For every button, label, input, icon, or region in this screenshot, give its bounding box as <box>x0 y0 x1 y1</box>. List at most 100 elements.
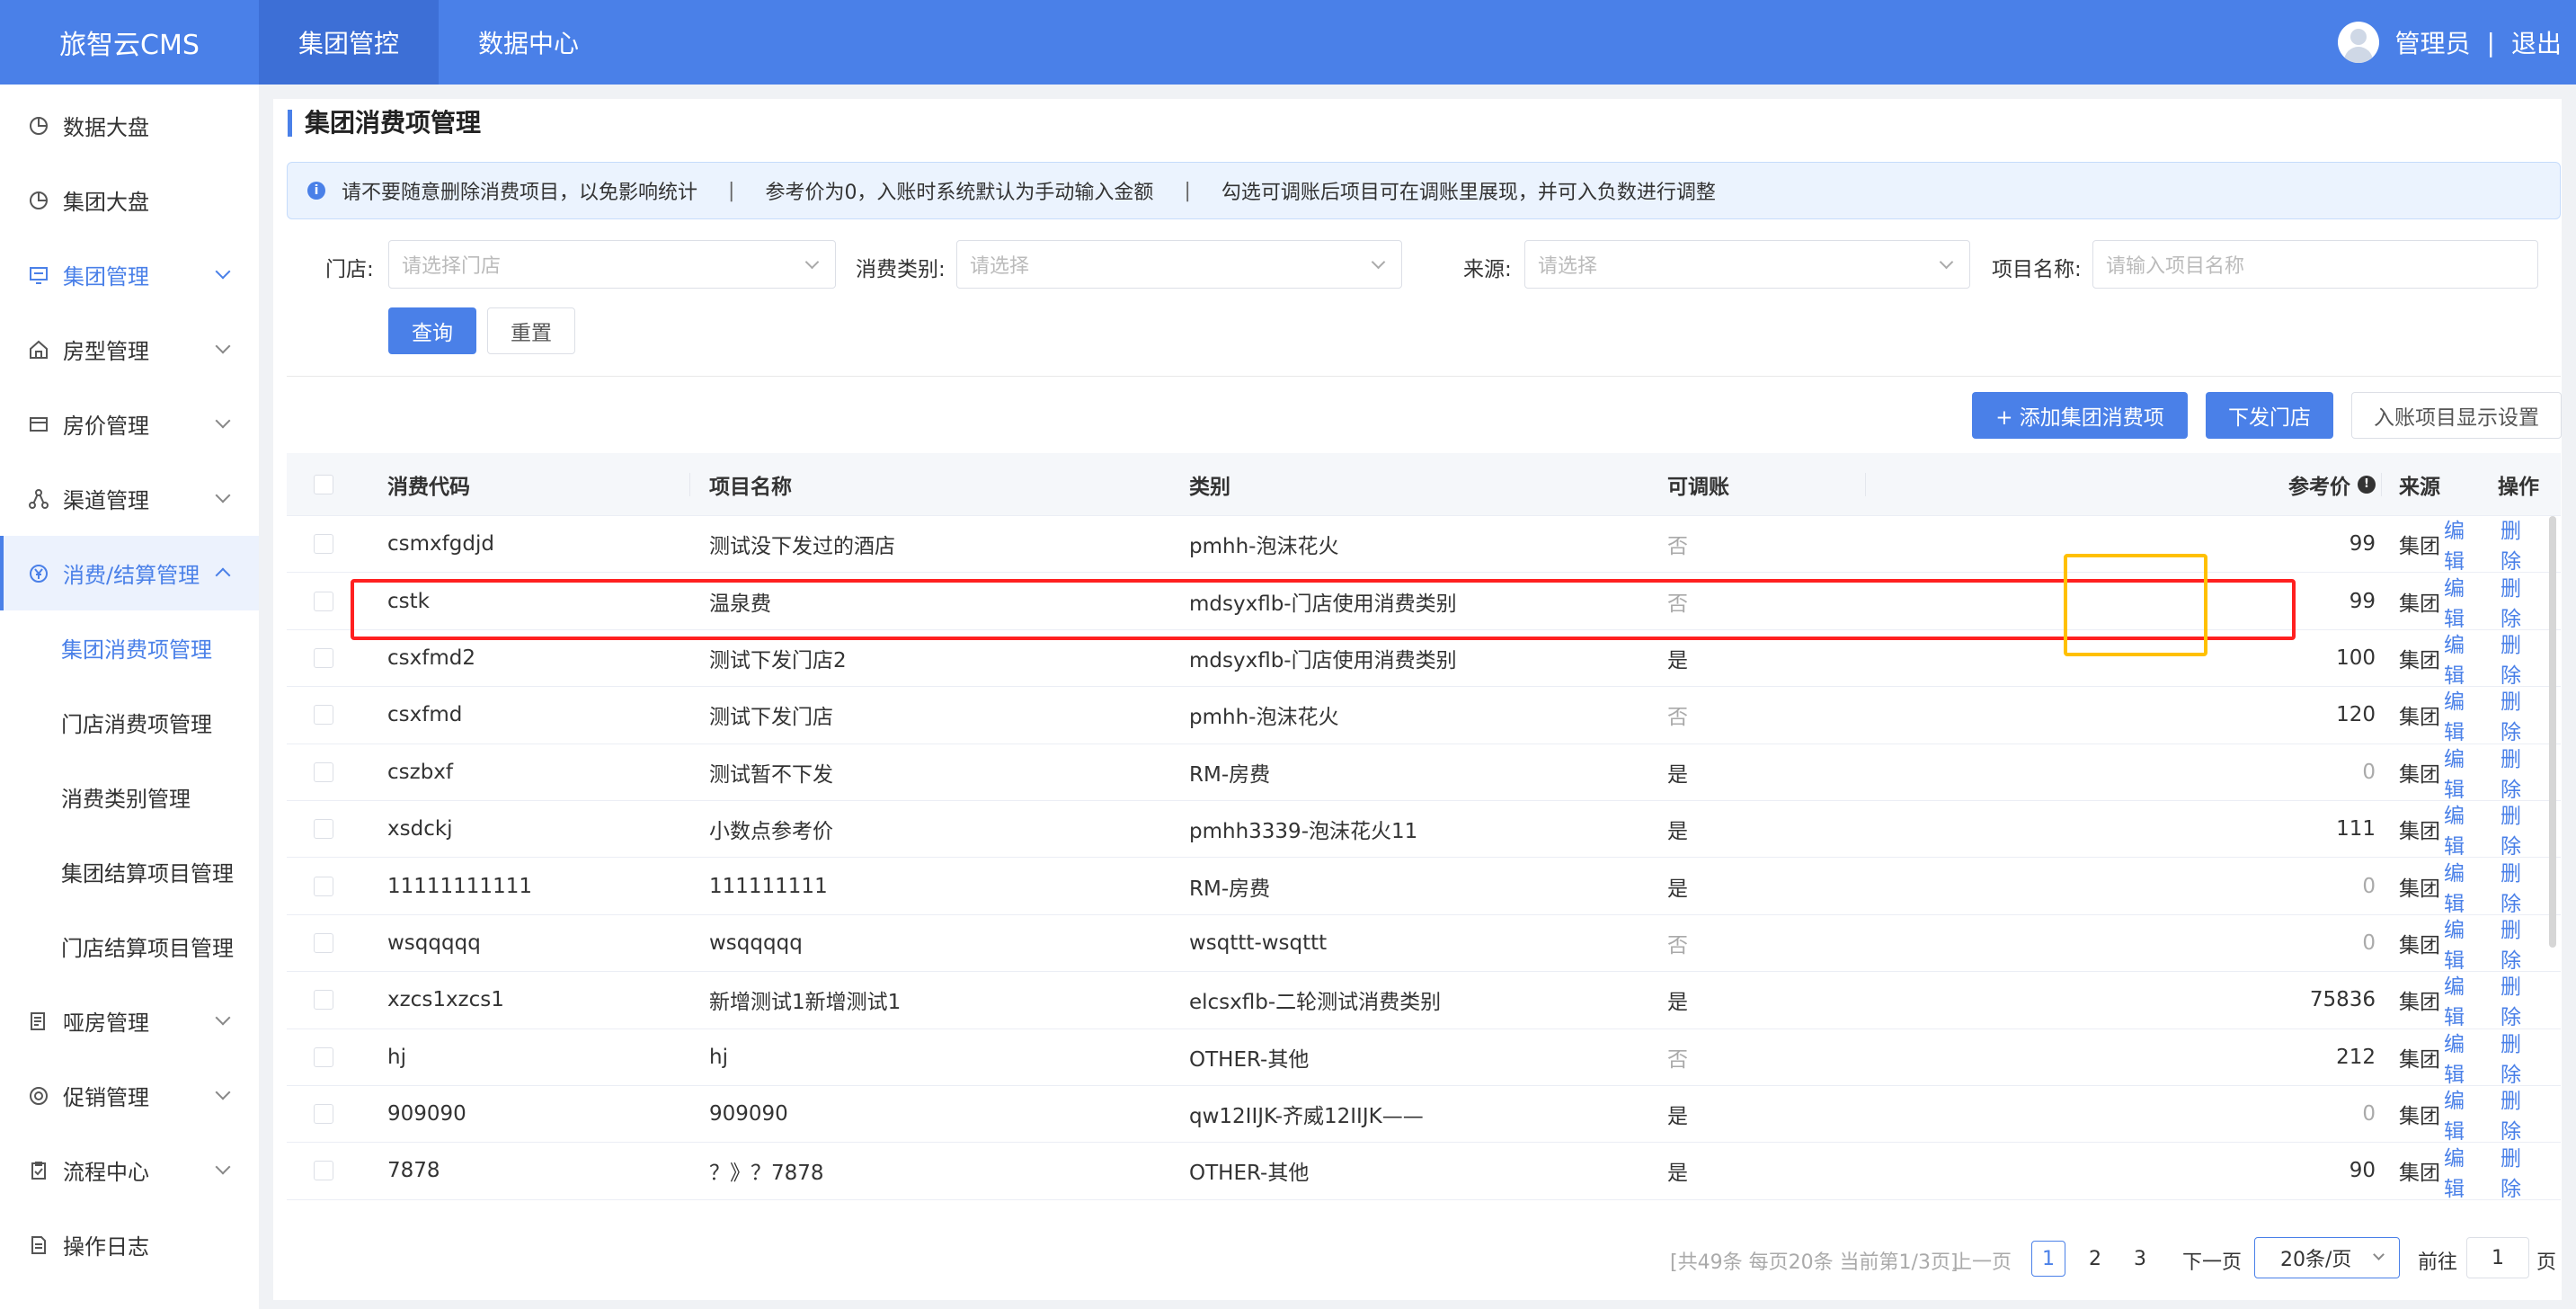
cell-source: 集团 <box>2399 1162 2440 1186</box>
table-row[interactable]: cstk 温泉费 mdsyxflb-门店使用消费类别 否 99 集团 编辑 删除 <box>287 571 2561 632</box>
sidebar-item-data-dashboard[interactable]: 数据大盘 <box>0 88 259 163</box>
help-icon[interactable]: ! <box>2358 475 2376 494</box>
delete-link[interactable]: 删除 <box>2500 628 2539 689</box>
delete-link[interactable]: 删除 <box>2500 742 2539 803</box>
row-checkbox[interactable] <box>314 591 333 611</box>
row-checkbox[interactable] <box>314 761 333 782</box>
dispatch-store-button[interactable]: 下发门店 <box>2206 392 2333 439</box>
clipboard-icon <box>27 1159 50 1182</box>
delete-link[interactable]: 删除 <box>2500 798 2539 859</box>
item-name-input[interactable]: 请输入项目名称 <box>2092 240 2538 289</box>
row-checkbox[interactable] <box>314 876 333 896</box>
edit-link[interactable]: 编辑 <box>2444 798 2483 859</box>
brand-logo[interactable]: 旅智云CMS <box>0 0 259 85</box>
cell-adjustable: 是 <box>1667 1105 1688 1129</box>
table-row[interactable]: csmxfgdjd 测试没下发过的酒店 pmhh-泡沫花火 否 99 集团 编辑 删除 <box>287 513 2561 574</box>
sidebar-item-promotion[interactable]: 促销管理 <box>0 1058 259 1133</box>
avatar[interactable] <box>2337 22 2379 63</box>
add-group-consumption-button[interactable]: + 添加集团消费项 <box>1972 392 2188 439</box>
table-row[interactable]: cszbxf 测试暂不下发 RM-房费 是 0 集团 编辑 删除 <box>287 742 2561 803</box>
sidebar-sub-group-settlement[interactable]: 集团结算项目管理 <box>0 834 259 909</box>
next-page-button[interactable]: 下一页 <box>2182 1246 2242 1275</box>
page-3-button[interactable]: 3 <box>2123 1241 2157 1277</box>
sidebar-item-group-dashboard[interactable]: 集团大盘 <box>0 163 259 237</box>
table-row[interactable]: csxfmd2 测试下发门店2 mdsyxflb-门店使用消费类别 是 100 集团 编辑删… <box>287 628 2561 689</box>
table-row[interactable]: 7878 ？》？7878 OTHER-其他 是 90 集团 编辑 删除 <box>287 1141 2561 1202</box>
source-select[interactable]: 请选择 <box>1524 240 1970 289</box>
sidebar-sub-store-consumption[interactable]: 门店消费项管理 <box>0 685 259 760</box>
edit-link[interactable]: 编辑 <box>2444 628 2483 689</box>
page-size-select[interactable]: 20条/页 <box>2254 1237 2400 1278</box>
username[interactable]: 管理员 <box>2395 24 2471 60</box>
delete-link[interactable]: 删除 <box>2500 856 2539 917</box>
table-row[interactable]: 909090 909090 qw12IIJK-齐威12IIJK—— 是 0 集团 编辑 删除 <box>287 1083 2561 1144</box>
cell-name: 测试没下发过的酒店 <box>709 535 895 559</box>
row-checkbox[interactable] <box>314 932 333 953</box>
table-row[interactable]: hj hj OTHER-其他 否 212 集团 编辑 删除 <box>287 1027 2561 1088</box>
edit-link[interactable]: 编辑 <box>2444 856 2483 917</box>
sidebar-sub-consumption-category[interactable]: 消费类别管理 <box>0 760 259 834</box>
home-icon <box>27 338 50 361</box>
edit-link[interactable]: 编辑 <box>2444 1141 2483 1202</box>
scrollbar[interactable] <box>2549 516 2556 948</box>
edit-link[interactable]: 编辑 <box>2444 513 2483 574</box>
cell-adjustable: 是 <box>1667 820 1688 844</box>
edit-link[interactable]: 编辑 <box>2444 1083 2483 1144</box>
sidebar-item-operation-log[interactable]: 操作日志 <box>0 1207 259 1282</box>
store-select[interactable]: 请选择门店 <box>388 240 836 289</box>
delete-link[interactable]: 删除 <box>2500 1083 2539 1144</box>
row-checkbox[interactable] <box>314 1104 333 1125</box>
edit-link[interactable]: 编辑 <box>2444 571 2483 632</box>
sidebar-item-group-management[interactable]: 集团管理 <box>0 237 259 312</box>
select-all-checkbox[interactable] <box>314 474 333 494</box>
row-checkbox[interactable] <box>314 534 333 555</box>
chevron-down-icon <box>215 413 231 429</box>
delete-link[interactable]: 删除 <box>2500 1141 2539 1202</box>
page-1-button[interactable]: 1 <box>2031 1241 2065 1277</box>
edit-link[interactable]: 编辑 <box>2444 684 2483 745</box>
nav-data-center[interactable]: 数据中心 <box>439 0 618 85</box>
table-row[interactable]: 11111111111 111111111 RM-房费是 0 集团 编辑 删除 <box>287 856 2561 917</box>
edit-link[interactable]: 编辑 <box>2444 969 2483 1030</box>
sidebar-item-consumption-settlement[interactable]: 消费/结算管理 <box>0 536 259 610</box>
row-checkbox[interactable] <box>314 647 333 668</box>
row-checkbox[interactable] <box>314 1161 333 1181</box>
delete-link[interactable]: 删除 <box>2500 969 2539 1030</box>
row-checkbox[interactable] <box>314 990 333 1011</box>
reset-button[interactable]: 重置 <box>487 307 575 354</box>
table-row[interactable]: xsdckj 小数点参考价 pmhh3339-泡沫花火11 是 111 集团 编辑 删除 <box>287 798 2561 859</box>
row-checkbox[interactable] <box>314 705 333 726</box>
cell-category: mdsyxflb-门店使用消费类别 <box>1189 592 1457 616</box>
page-2-button[interactable]: 2 <box>2078 1241 2112 1277</box>
sidebar-item-process-center[interactable]: 流程中心 <box>0 1133 259 1207</box>
delete-link[interactable]: 删除 <box>2500 1027 2539 1088</box>
cell-name: 111111111 <box>709 874 828 898</box>
goto-page-input[interactable]: 1 <box>2466 1237 2529 1278</box>
sidebar-item-room-price[interactable]: 房价管理 <box>0 387 259 461</box>
sidebar-sub-group-consumption[interactable]: 集团消费项管理 <box>0 610 259 685</box>
delete-link[interactable]: 删除 <box>2500 571 2539 632</box>
display-settings-button[interactable]: 入账项目显示设置 <box>2351 392 2562 439</box>
delete-link[interactable]: 删除 <box>2500 684 2539 745</box>
edit-link[interactable]: 编辑 <box>2444 1027 2483 1088</box>
delete-link[interactable]: 删除 <box>2500 913 2539 974</box>
table-row[interactable]: xzcs1xzcs1 新增测试1新增测试1 elcsxflb-二轮测试消费类别 是 75… <box>287 969 2561 1030</box>
delete-link[interactable]: 删除 <box>2500 513 2539 574</box>
table-row[interactable]: csxfmd 测试下发门店 pmhh-泡沫花火 否 120 集团 编辑 删除 <box>287 687 2561 744</box>
table-row[interactable]: wsqqqqq wsqqqqq wsqttt-wsqttt 否 0 集团 编辑 删除 <box>287 913 2561 974</box>
row-checkbox[interactable] <box>314 1046 333 1067</box>
cell-name: 测试下发门店2 <box>709 648 847 672</box>
category-select[interactable]: 请选择 <box>956 240 1402 289</box>
row-checkbox[interactable] <box>314 819 333 840</box>
cell-adjustable: 否 <box>1667 592 1688 616</box>
edit-link[interactable]: 编辑 <box>2444 742 2483 803</box>
logout-link[interactable]: 退出 <box>2511 24 2562 60</box>
sidebar-item-channel[interactable]: 渠道管理 <box>0 461 259 536</box>
sidebar-sub-store-settlement[interactable]: 门店结算项目管理 <box>0 909 259 984</box>
query-button[interactable]: 查询 <box>388 307 476 354</box>
nav-group-control[interactable]: 集团管控 <box>259 0 440 85</box>
prev-page-button[interactable]: 上一页 <box>1952 1246 2012 1275</box>
sidebar-item-dummy-room[interactable]: 哑房管理 <box>0 984 259 1058</box>
sidebar-item-room-type[interactable]: 房型管理 <box>0 312 259 387</box>
edit-link[interactable]: 编辑 <box>2444 913 2483 974</box>
